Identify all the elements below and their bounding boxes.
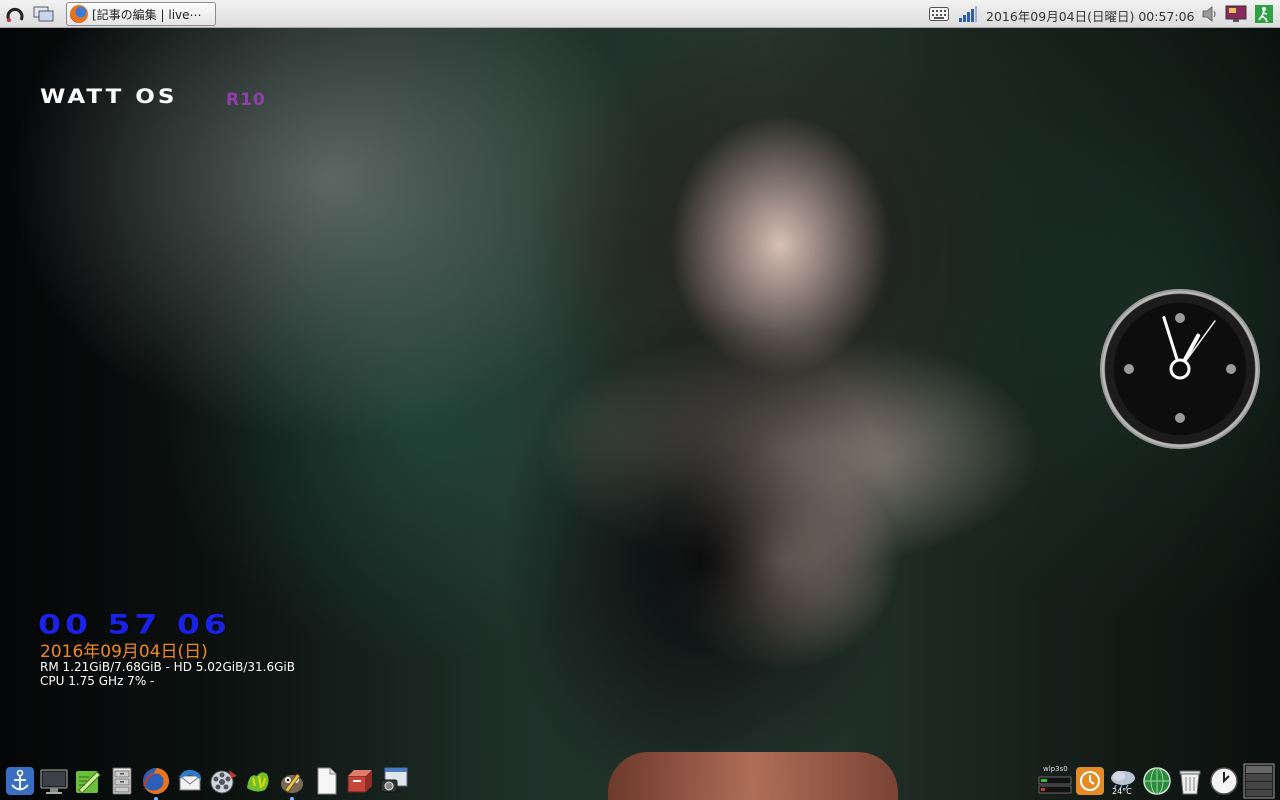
workspace-switcher-icon[interactable] <box>1243 762 1275 800</box>
analog-clock-face <box>1124 313 1236 423</box>
screenshot-icon[interactable] <box>378 765 410 797</box>
display-icon[interactable] <box>1225 3 1247 25</box>
wattos-release-label: R10 <box>226 90 266 110</box>
text-editor-icon[interactable] <box>72 765 104 797</box>
clock-marker-12 <box>1175 313 1185 323</box>
clock-center-pin <box>1169 358 1191 380</box>
wlan-label: wlp3s0 <box>1043 765 1068 773</box>
media-player-icon[interactable] <box>208 765 240 797</box>
network-signal-icon[interactable] <box>957 3 979 25</box>
conky-time: 00 57 06 <box>38 608 231 640</box>
conky-memory-line: RM 1.21GiB/7.68GiB - HD 5.02GiB/31.6GiB <box>40 660 295 674</box>
monitor-icon[interactable] <box>38 765 70 797</box>
document-icon[interactable] <box>310 765 342 797</box>
firefox-icon[interactable] <box>140 765 172 800</box>
software-center-icon[interactable] <box>344 765 376 797</box>
trash-icon[interactable] <box>1174 765 1206 797</box>
clock-marker-6 <box>1175 413 1185 423</box>
clock-marker-3 <box>1226 364 1236 374</box>
file-cabinet-icon[interactable] <box>106 765 138 797</box>
game-icon[interactable] <box>242 765 274 797</box>
analog-clock-widget <box>1100 289 1260 449</box>
weather-temperature: 24°C <box>1112 787 1132 796</box>
conky-date: 2016年09月04日(日) <box>40 642 208 662</box>
gimp-icon[interactable] <box>276 765 308 800</box>
logout-icon[interactable] <box>1253 3 1275 25</box>
bottom-dock <box>0 761 1280 800</box>
globe-icon[interactable] <box>1141 765 1173 797</box>
clock-icon[interactable] <box>1208 765 1240 797</box>
conky-cpu-line: CPU 1.75 GHz 7% - <box>40 674 155 688</box>
timer-icon[interactable] <box>1074 765 1106 797</box>
volume-icon[interactable] <box>1199 3 1221 25</box>
keyboard-icon[interactable] <box>928 3 950 25</box>
panel-clock[interactable]: 2016年09月04日(日曜日) 00:57:06 <box>986 6 1195 25</box>
wattos-logo-text: WATT OS <box>40 86 178 109</box>
taskbar-window-button[interactable]: [記事の編集 | live⋯ <box>66 2 216 26</box>
taskbar-window-title: [記事の編集 | live⋯ <box>92 7 202 22</box>
launcher-icon[interactable] <box>4 3 26 25</box>
show-desktop-icon[interactable] <box>33 3 55 25</box>
clock-marker-9 <box>1124 364 1134 374</box>
thunderbird-icon[interactable] <box>174 765 206 797</box>
firefox-icon <box>70 5 88 23</box>
anchor-icon[interactable] <box>4 765 36 797</box>
top-panel: [記事の編集 | live⋯ 2016年09月04日(日曜日) 00:57:06 <box>0 0 1280 28</box>
desktop-wallpaper <box>0 0 1280 800</box>
